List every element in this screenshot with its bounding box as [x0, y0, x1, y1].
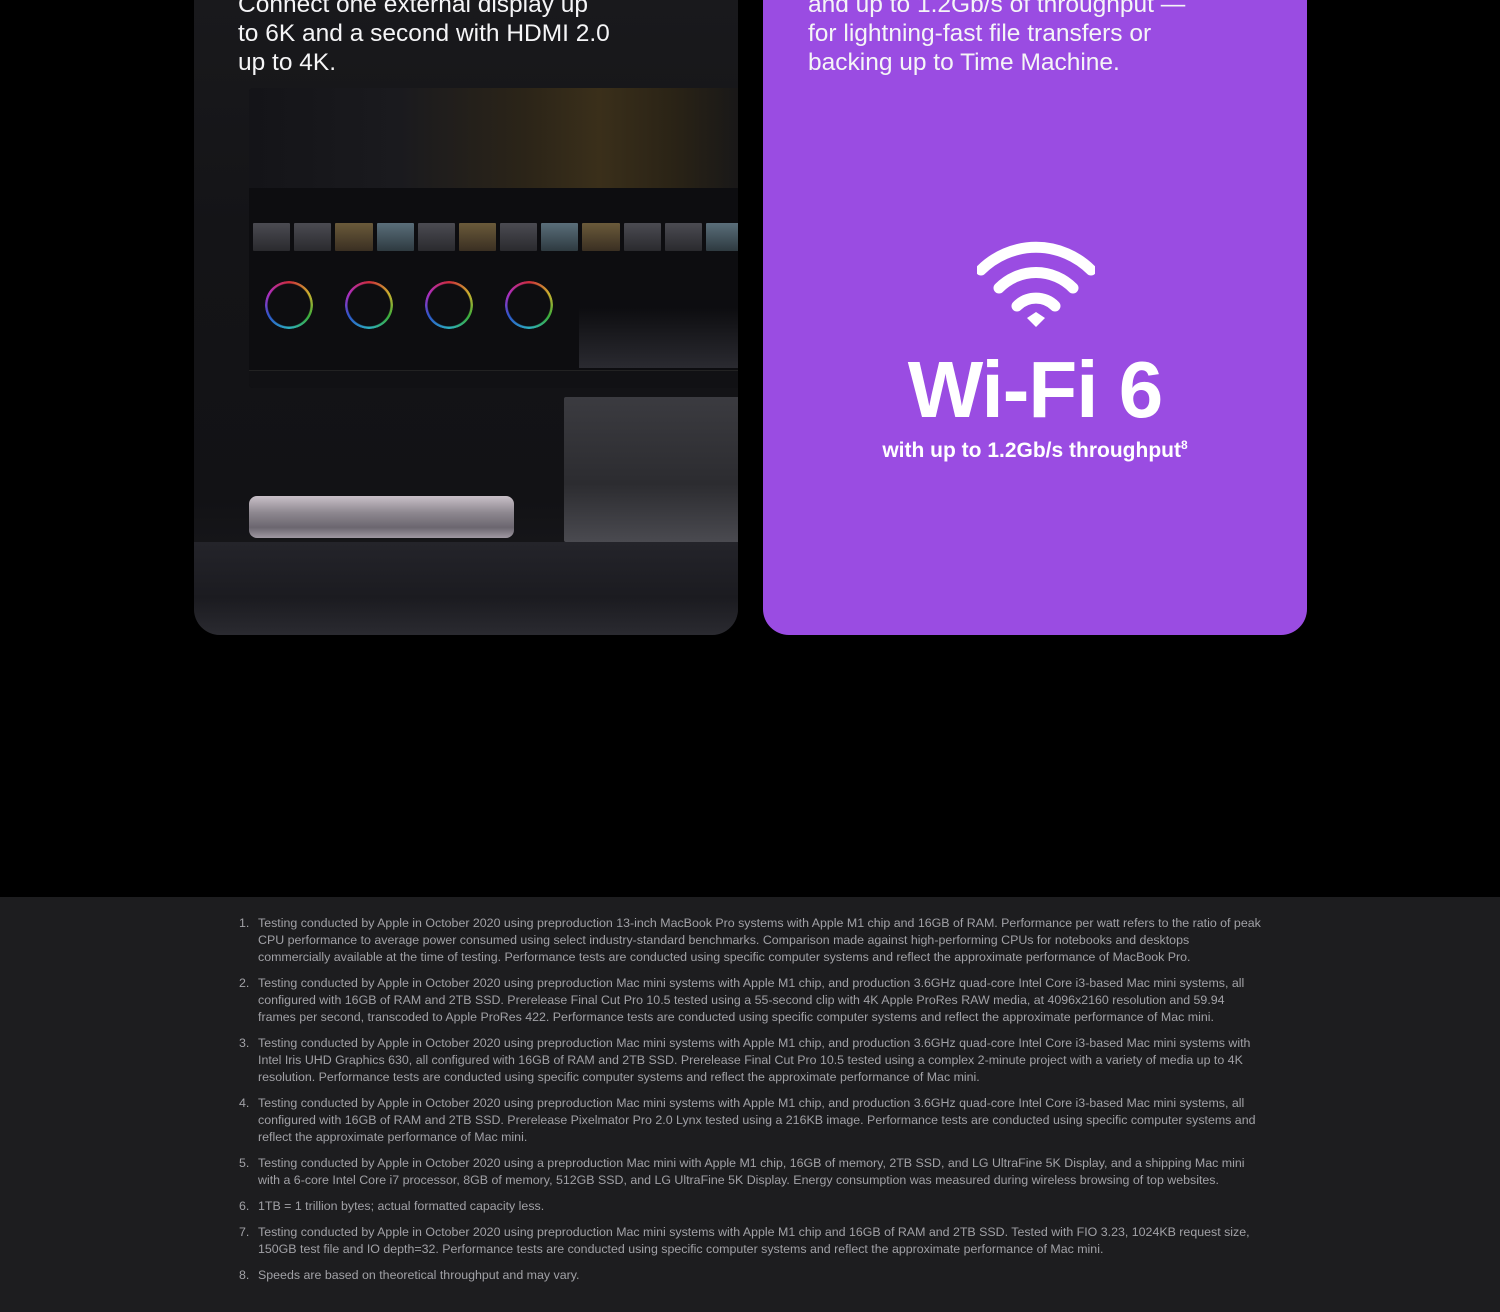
footnote-text: Testing conducted by Apple in October 20… — [258, 916, 1261, 964]
footnote-number: 1. — [239, 916, 250, 930]
footnote-number: 5. — [239, 1156, 250, 1170]
wifi-card-text: and up to 1.2Gb/s of throughput — for li… — [808, 0, 1278, 77]
wifi-card: and up to 1.2Gb/s of throughput — for li… — [763, 0, 1307, 635]
footnote-item: 2. Testing conducted by Apple in October … — [239, 975, 1261, 1026]
footnote-text: Testing conducted by Apple in October 20… — [258, 1036, 1251, 1084]
footnote-number: 4. — [239, 1096, 250, 1110]
footnote-text: 1TB = 1 trillion bytes; actual formatted… — [258, 1199, 545, 1213]
footnote-item: 8. Speeds are based on theoretical throug… — [239, 1267, 1261, 1284]
footnote-text: Testing conducted by Apple in October 20… — [258, 1096, 1256, 1144]
color-wheels — [265, 281, 553, 329]
footnote-number: 7. — [239, 1225, 250, 1239]
footnotes-section: 1. Testing conducted by Apple in October … — [0, 897, 1500, 1312]
footnote-number: 8. — [239, 1268, 250, 1282]
monitor-stand — [564, 397, 738, 542]
wifi-subtitle: with up to 1.2Gb/s throughput8 — [763, 438, 1307, 463]
display-card-line: to 6K and a second with HDMI 2.0 — [238, 20, 610, 47]
wifi-subtitle-text: with up to 1.2Gb/s throughput — [882, 439, 1181, 462]
footnote-text: Testing conducted by Apple in October 20… — [258, 1225, 1250, 1256]
color-wheel — [425, 281, 473, 329]
footnote-text: Speeds are based on theoretical throughp… — [258, 1268, 580, 1282]
wifi-card-line: and up to 1.2Gb/s of throughput — — [808, 0, 1186, 18]
wifi-icon — [977, 241, 1095, 327]
wifi-title: Wi-Fi 6 — [907, 345, 1163, 434]
monitor-thumbnail-strip — [253, 223, 738, 251]
footnote-item: 5. Testing conducted by Apple in October … — [239, 1155, 1261, 1189]
footnote-item: 3. Testing conducted by Apple in October … — [239, 1035, 1261, 1086]
color-wheel — [265, 281, 313, 329]
footnote-item: 6. 1TB = 1 trillion bytes; actual formatt… — [239, 1198, 1261, 1215]
desk-surface — [194, 542, 738, 635]
footnote-number: 6. — [239, 1199, 250, 1213]
wifi-card-line: for lightning-fast file transfers or — [808, 20, 1152, 47]
curve-graph — [579, 268, 738, 368]
monitor-status-bar — [249, 370, 738, 388]
footnote-item: 4. Testing conducted by Apple in October … — [239, 1095, 1261, 1146]
feature-section: Connect one external display up to 6K an… — [0, 0, 1500, 897]
display-card-line: up to 4K. — [238, 49, 337, 76]
wifi-card-line: backing up to Time Machine. — [808, 49, 1120, 76]
mac-mini-image — [249, 496, 514, 538]
footnotes-list: 1. Testing conducted by Apple in October … — [239, 915, 1261, 1284]
footnote-text: Testing conducted by Apple in October 20… — [258, 976, 1245, 1024]
footnote-item: 1. Testing conducted by Apple in October … — [239, 915, 1261, 966]
display-card-text: Connect one external display up to 6K an… — [238, 0, 698, 77]
color-wheel — [505, 281, 553, 329]
color-wheel — [345, 281, 393, 329]
footnote-ref-link[interactable]: 8 — [1181, 438, 1188, 452]
monitor-viewer — [249, 88, 738, 188]
footnote-number: 2. — [239, 976, 250, 990]
display-card-line: Connect one external display up — [238, 0, 589, 18]
monitor-illustration — [249, 88, 738, 388]
footnote-text: Testing conducted by Apple in October 20… — [258, 1156, 1245, 1187]
footnote-number: 3. — [239, 1036, 250, 1050]
footnote-item: 7. Testing conducted by Apple in October … — [239, 1224, 1261, 1258]
display-card: Connect one external display up to 6K an… — [194, 0, 738, 635]
